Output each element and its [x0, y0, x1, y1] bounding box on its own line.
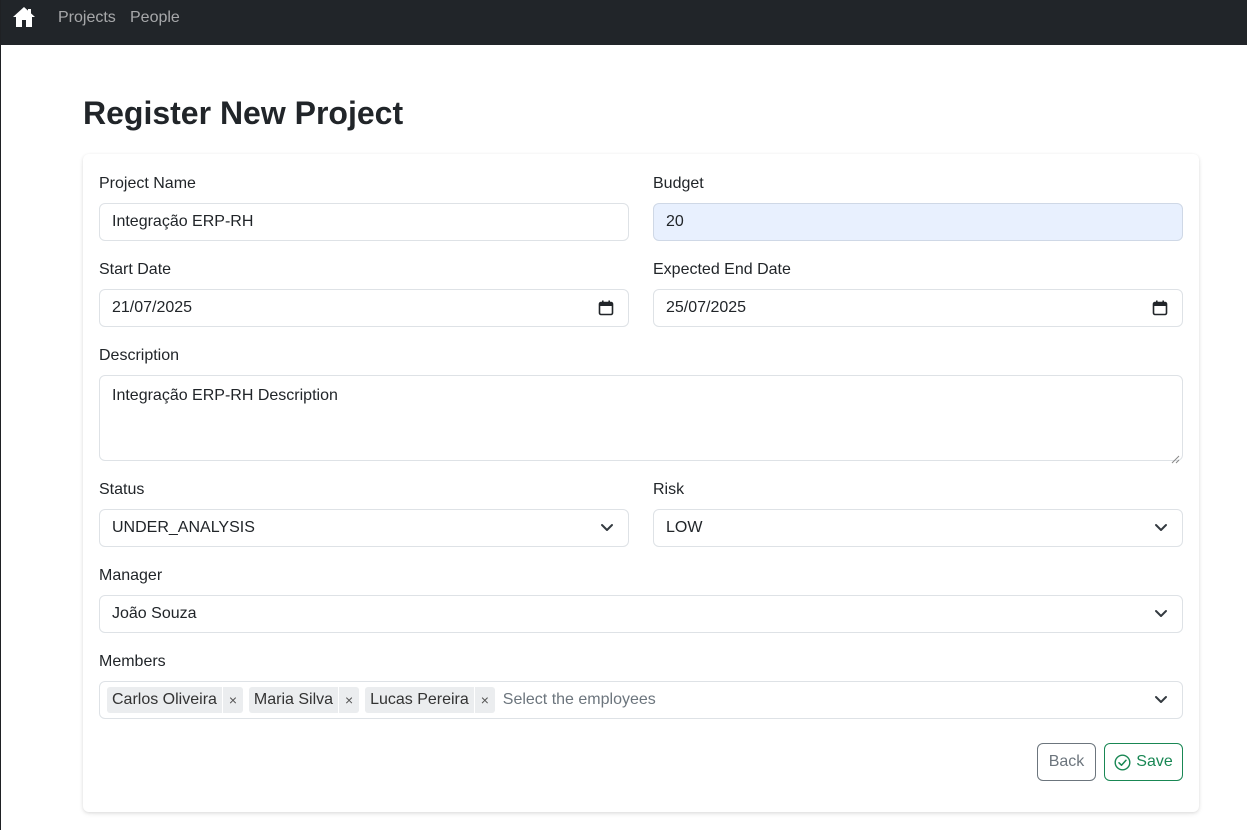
project-name-value: Integração ERP-RH: [112, 213, 254, 230]
start-date-input[interactable]: 21/07/2025: [99, 289, 629, 327]
manager-value: João Souza: [112, 605, 197, 622]
calendar-icon[interactable]: [1152, 300, 1168, 316]
back-button-label: Back: [1048, 753, 1085, 770]
resize-handle-icon[interactable]: [1171, 449, 1180, 464]
remove-member-icon[interactable]: ×: [338, 687, 359, 713]
save-button-label: Save: [1136, 753, 1173, 770]
top-navbar: Projects People: [1, 0, 1247, 45]
risk-select[interactable]: LOW: [653, 509, 1183, 547]
budget-input[interactable]: 20: [653, 203, 1183, 241]
project-name-label: Project Name: [99, 175, 196, 192]
start-date-value: 21/07/2025: [112, 299, 193, 316]
save-button[interactable]: Save: [1104, 743, 1183, 781]
member-chip-label: Lucas Pereira: [370, 691, 469, 708]
risk-value: LOW: [666, 519, 703, 536]
chevron-down-icon[interactable]: [1154, 695, 1168, 705]
budget-value: 20: [666, 213, 684, 230]
chevron-down-icon: [1154, 523, 1168, 533]
member-chip: Maria Silva ×: [248, 687, 360, 713]
risk-label: Risk: [653, 481, 685, 498]
members-multiselect[interactable]: Carlos Oliveira × Maria Silva × Lucas Pe…: [99, 681, 1183, 719]
check-circle-icon: [1114, 753, 1136, 771]
remove-member-icon[interactable]: ×: [221, 687, 243, 713]
remove-member-icon[interactable]: ×: [473, 687, 495, 713]
status-select[interactable]: UNDER_ANALYSIS: [99, 509, 629, 547]
manager-select[interactable]: João Souza: [99, 595, 1183, 633]
calendar-icon[interactable]: [598, 300, 614, 316]
chevron-down-icon: [600, 523, 614, 533]
project-name-input[interactable]: Integração ERP-RH: [99, 203, 629, 241]
description-textarea[interactable]: Integração ERP-RH Description: [99, 375, 1183, 464]
end-date-label: Expected End Date: [653, 261, 791, 278]
status-label: Status: [99, 481, 145, 498]
description-value: Integração ERP-RH Description: [112, 387, 338, 404]
start-date-label: Start Date: [99, 261, 172, 278]
member-chip: Carlos Oliveira ×: [107, 687, 243, 713]
end-date-value: 25/07/2025: [666, 299, 747, 316]
page-title: Register New Project: [83, 95, 404, 131]
status-value: UNDER_ANALYSIS: [112, 519, 255, 536]
back-button[interactable]: Back: [1037, 743, 1096, 781]
chevron-down-icon: [1154, 609, 1168, 619]
member-chip-label: Carlos Oliveira: [112, 691, 217, 708]
description-label: Description: [99, 347, 180, 364]
members-search-placeholder[interactable]: Select the employees: [503, 691, 656, 709]
nav-link-projects[interactable]: Projects: [58, 9, 116, 27]
project-form-card: Project Name Integração ERP-RH Budget 20…: [83, 154, 1199, 812]
members-label: Members: [99, 653, 166, 670]
manager-label: Manager: [99, 567, 163, 584]
budget-label: Budget: [653, 175, 704, 192]
nav-link-people[interactable]: People: [130, 9, 180, 27]
member-chip-label: Maria Silva: [253, 691, 334, 708]
member-chip: Lucas Pereira ×: [365, 687, 495, 713]
home-icon[interactable]: [12, 6, 36, 28]
end-date-input[interactable]: 25/07/2025: [653, 289, 1183, 327]
